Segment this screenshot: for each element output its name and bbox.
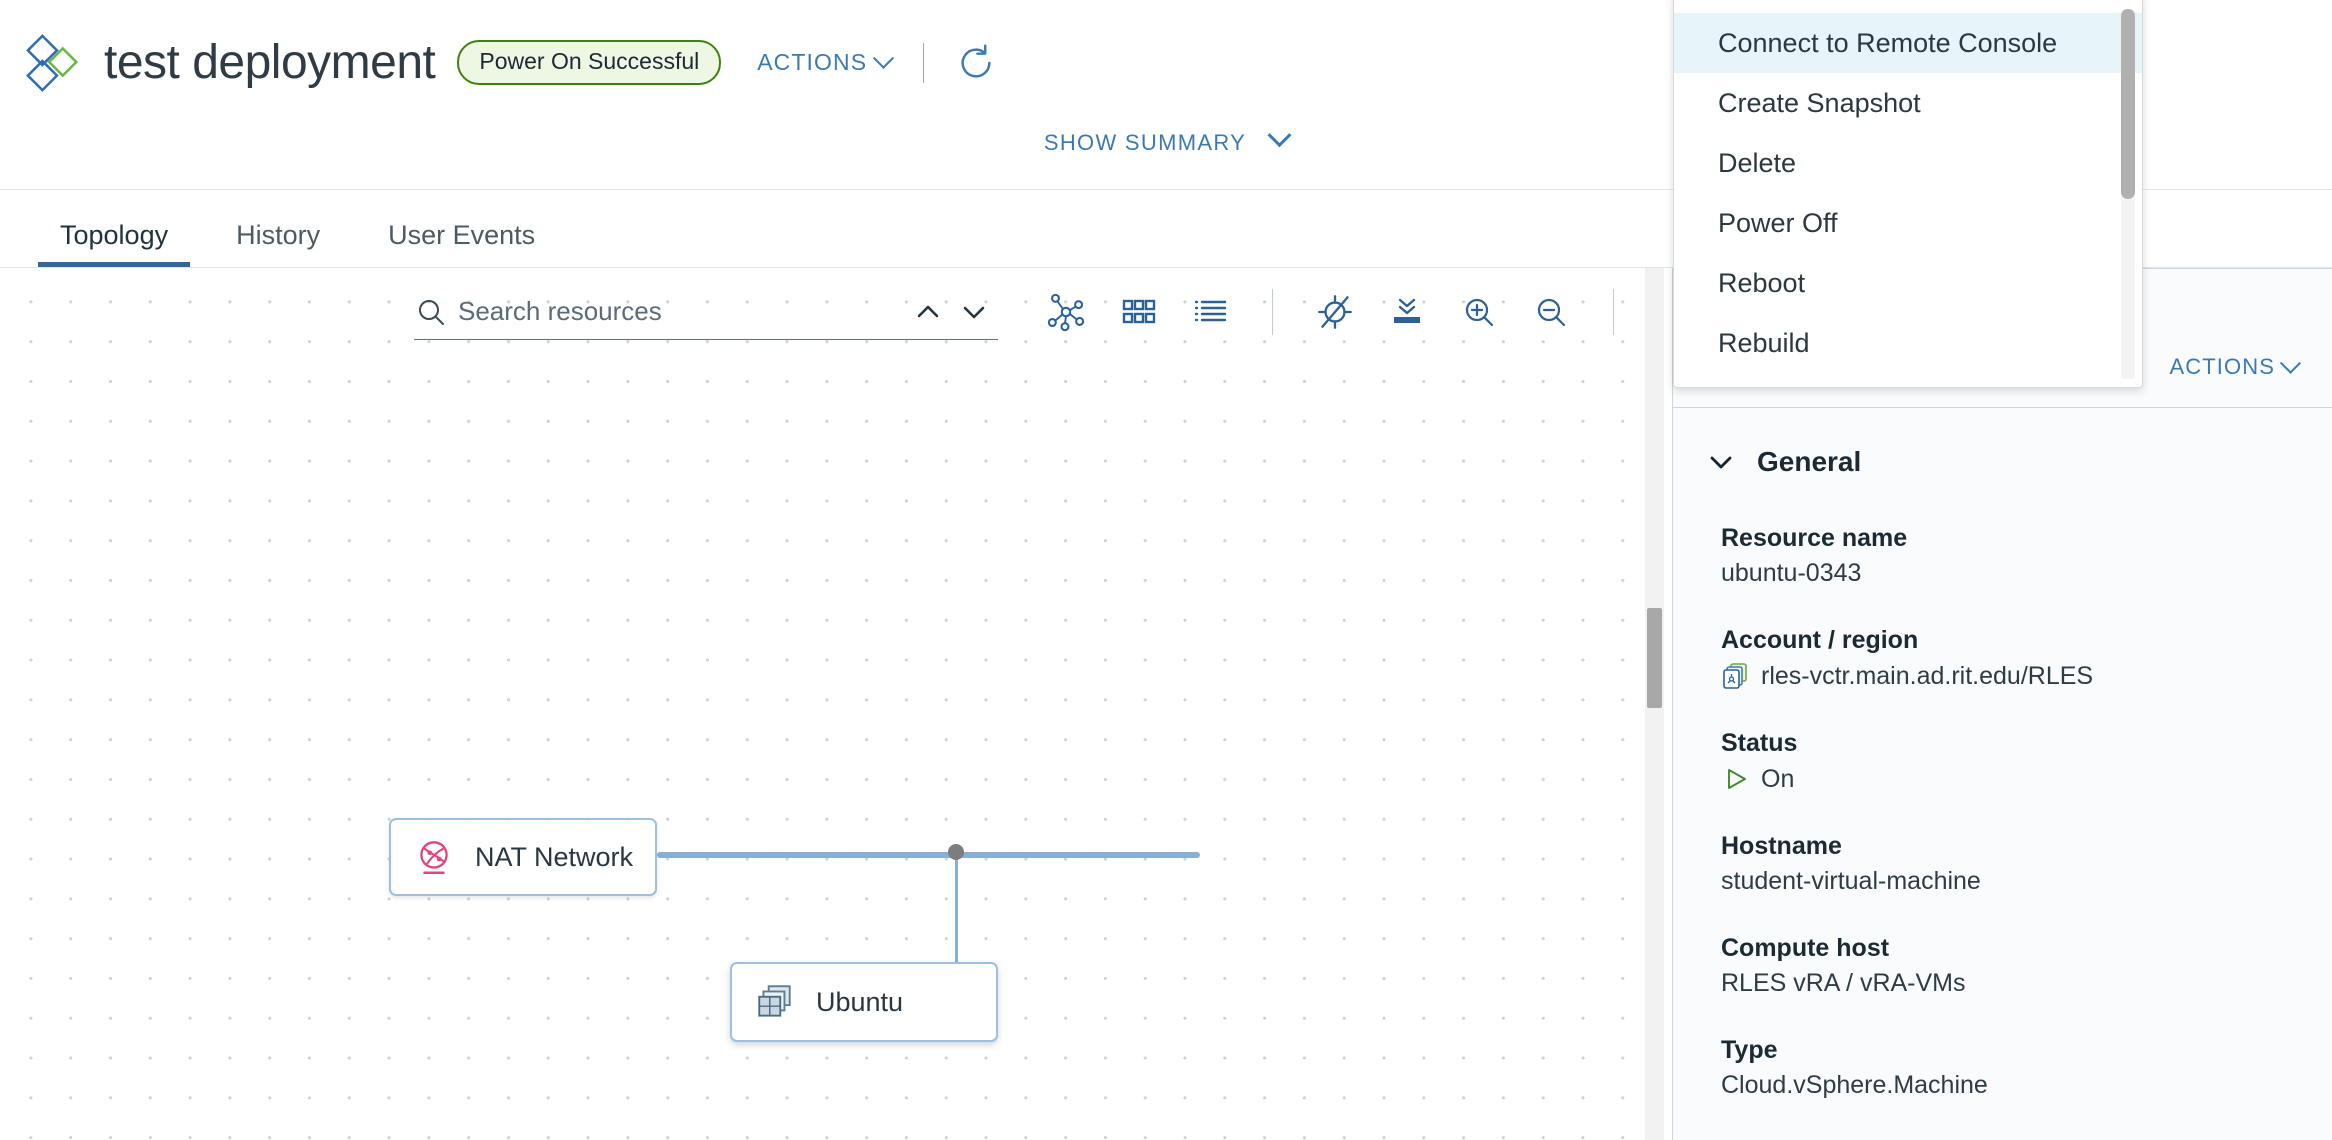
topology-node-label: NAT Network [475, 841, 634, 872]
menu-item-rebuild[interactable]: Rebuild [1674, 313, 2142, 373]
field-label: Account / region [1721, 626, 1919, 654]
field-value: On [1761, 764, 1795, 793]
field-value: rles-vctr.main.ad.rit.edu/RLES [1761, 661, 2094, 690]
edge-nat-horizontal [657, 852, 962, 858]
field-value-wrap: ubuntu-0343 [1721, 559, 2332, 588]
field-value-wrap: rles-vctr.main.ad.rit.edu/RLES [1721, 661, 2332, 691]
chevron-up-icon[interactable] [914, 298, 942, 326]
chevron-down-icon[interactable] [960, 298, 988, 326]
hide-unrelated-button[interactable] [1299, 284, 1371, 340]
search-resources-box[interactable] [414, 284, 998, 340]
chevron-down-icon [873, 47, 895, 69]
topology-toolbar [0, 268, 1664, 350]
chevron-down-icon [1267, 123, 1292, 148]
topology-node-nat-network[interactable]: NAT Network [389, 818, 657, 896]
header-title-row: test deployment Power On Successful ACTI… [0, 0, 996, 125]
page-title: test deployment [104, 36, 436, 89]
field-compute-host: Compute host RLES vRA / vRA-VMs [1721, 934, 2332, 998]
detail-actions-button[interactable]: ACTIONS [2169, 352, 2302, 380]
field-value: ubuntu-0343 [1721, 559, 1862, 587]
canvas-vertical-scrollbar[interactable] [1645, 268, 1664, 1140]
header-actions-button[interactable]: ACTIONS [757, 47, 895, 76]
show-summary-label: SHOW SUMMARY [1043, 130, 1246, 155]
list-view-button[interactable] [1174, 284, 1246, 340]
search-nav-group [914, 298, 998, 326]
chevron-down-icon [1710, 456, 1732, 469]
field-account-region: Account / region rles-vctr.main.ad.rit.e… [1721, 626, 2332, 691]
field-label: Resource name [1721, 524, 1908, 552]
field-value-wrap: Cloud.vSphere.Machine [1721, 1071, 2332, 1100]
field-value-wrap: RLES vRA / vRA-VMs [1721, 969, 2332, 998]
menu-item-power-off[interactable]: Power Off [1674, 193, 2142, 253]
power-on-triangle-icon [1728, 769, 1746, 789]
zoom-out-button[interactable] [1515, 284, 1587, 340]
field-resource-name: Resource name ubuntu-0343 [1721, 524, 2332, 588]
actions-dropdown-menu[interactable]: Connect to Remote Console Create Snapsho… [1673, 0, 2143, 388]
field-label: Type [1721, 1036, 1778, 1064]
card-view-button[interactable] [1102, 284, 1174, 340]
header-divider [923, 42, 925, 83]
dropdown-scrollbar-thumb[interactable] [2121, 9, 2135, 199]
search-icon [419, 299, 444, 325]
connector-dot-top [948, 844, 964, 860]
general-fields: Resource name ubuntu-0343 Account / regi… [1673, 478, 2332, 1100]
tab-topology[interactable]: Topology [38, 220, 191, 267]
header-actions-label: ACTIONS [757, 49, 868, 75]
field-status: Status On [1721, 729, 2332, 794]
dropdown-scrollbar[interactable] [2121, 9, 2135, 379]
vmware-aria-diamond-logo-icon [26, 33, 79, 92]
field-type: Type Cloud.vSphere.Machine [1721, 1036, 2332, 1100]
tab-history[interactable]: History [214, 220, 342, 267]
menu-item-connect-to-remote-console[interactable]: Connect to Remote Console [1674, 13, 2142, 73]
field-value-wrap: On [1721, 764, 2332, 794]
search-input[interactable] [458, 296, 914, 327]
network-globe-icon [420, 841, 448, 875]
refresh-icon[interactable] [956, 43, 996, 83]
menu-item-delete[interactable]: Delete [1674, 133, 2142, 193]
deployment-topology-page: test deployment Power On Successful ACTI… [0, 0, 2332, 1140]
zoom-in-button[interactable] [1443, 284, 1515, 340]
field-label: Status [1721, 729, 1798, 757]
topology-canvas[interactable]: NAT Network Ubuntu [0, 268, 1664, 1140]
topology-node-label: Ubuntu [816, 986, 904, 1017]
status-badge: Power On Successful [457, 39, 722, 86]
fit-to-screen-button[interactable] [1371, 284, 1443, 340]
menu-item-create-snapshot[interactable]: Create Snapshot [1674, 73, 2142, 133]
topology-view-controls [1030, 284, 1664, 340]
virtual-machine-icon [758, 985, 791, 1017]
section-title: General [1757, 446, 1862, 477]
field-value-wrap: student-virtual-machine [1721, 867, 2332, 896]
field-value: Cloud.vSphere.Machine [1721, 1071, 1988, 1099]
toolbar-separator [1613, 289, 1614, 335]
chevron-down-icon [2279, 352, 2302, 374]
edge-vertical [955, 854, 958, 978]
detail-actions-label: ACTIONS [2169, 354, 2275, 379]
menu-item-reboot[interactable]: Reboot [1674, 253, 2142, 313]
detail-panel-body: General Resource name ubuntu-0343 Accoun… [1673, 407, 2332, 1140]
edge-right-horizontal [955, 852, 1200, 858]
cloud-account-icon [1723, 663, 1747, 689]
general-section-header[interactable]: General [1673, 408, 2332, 478]
graph-view-button[interactable] [1030, 284, 1102, 340]
tab-user-events[interactable]: User Events [366, 220, 557, 267]
toolbar-separator [1272, 289, 1273, 335]
scrollbar-thumb[interactable] [1647, 608, 1662, 708]
field-value: RLES vRA / vRA-VMs [1721, 969, 1966, 997]
field-label: Compute host [1721, 934, 1890, 962]
field-value: student-virtual-machine [1721, 867, 1981, 895]
field-label: Hostname [1721, 832, 1842, 860]
topology-node-ubuntu[interactable]: Ubuntu [730, 962, 998, 1042]
field-hostname: Hostname student-virtual-machine [1721, 832, 2332, 896]
